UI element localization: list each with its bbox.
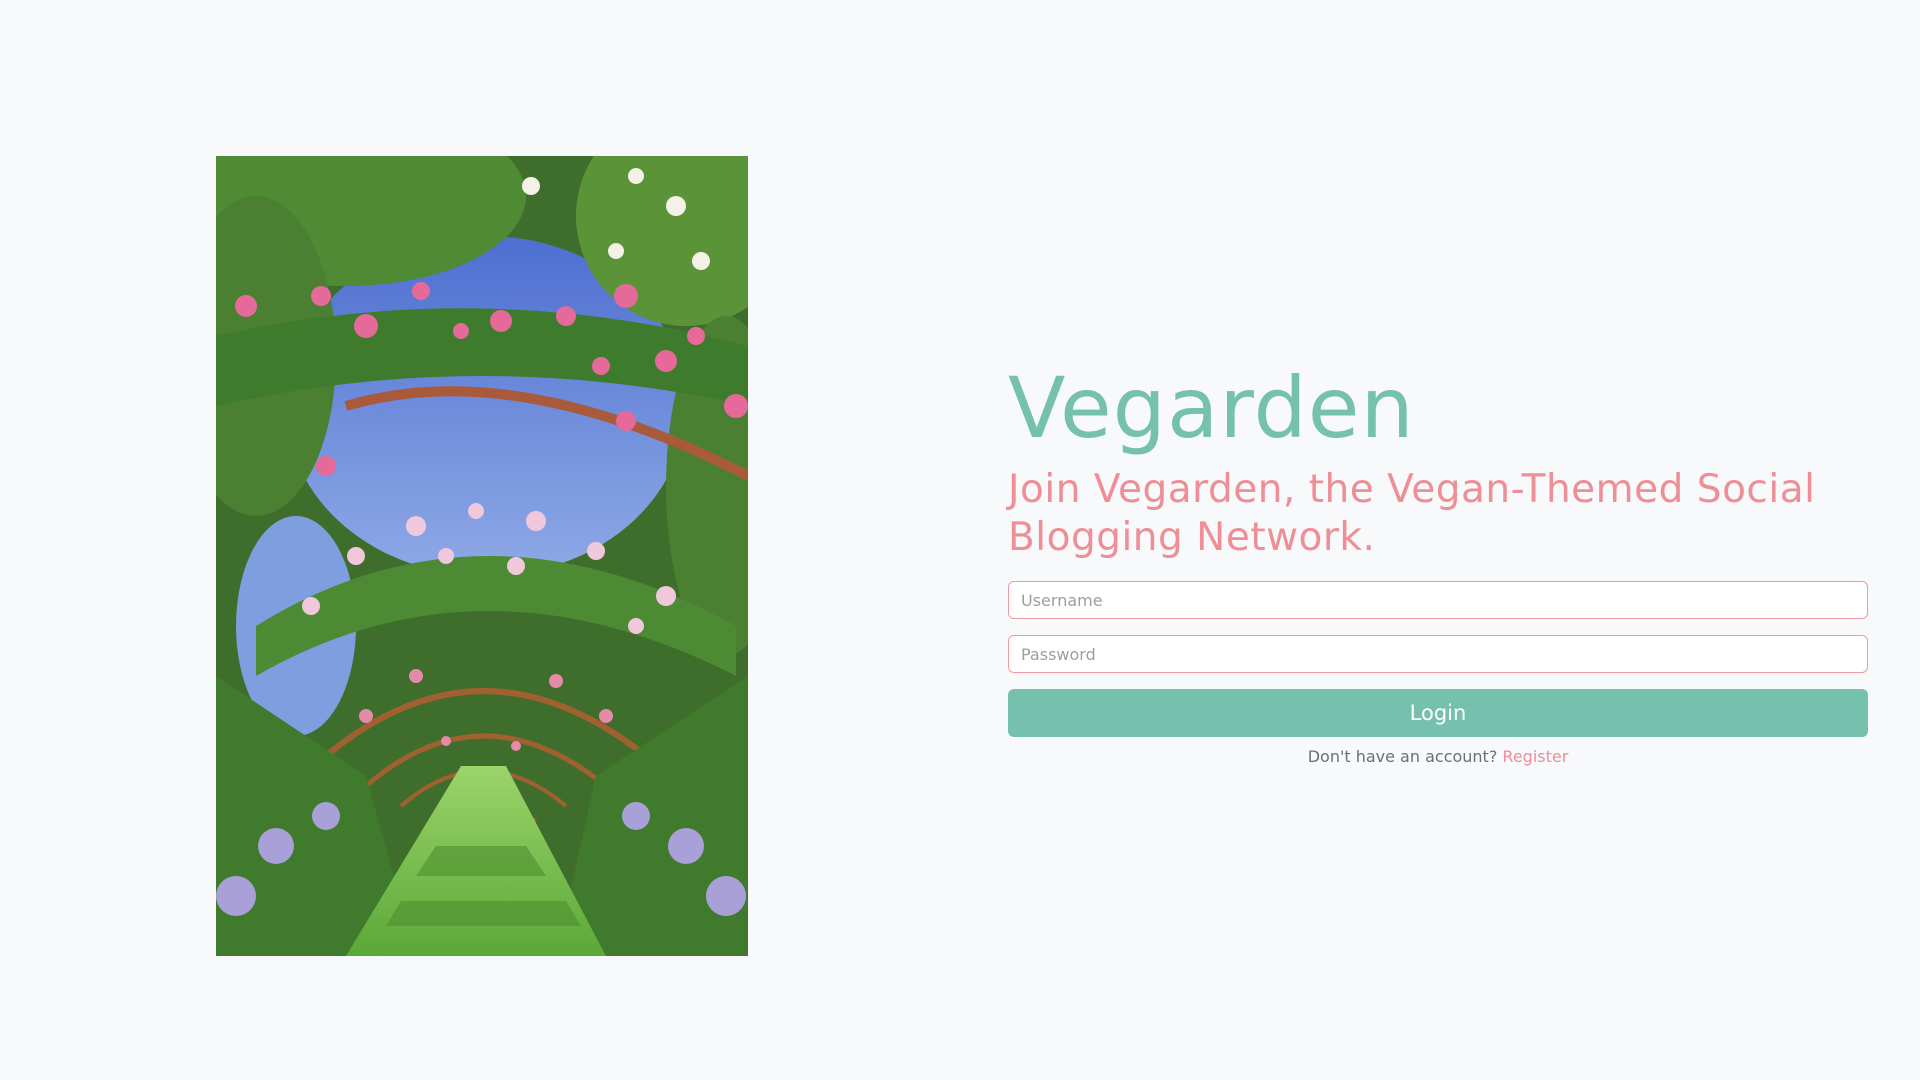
register-link[interactable]: Register (1502, 747, 1568, 766)
brand-title: Vegarden (1008, 359, 1415, 457)
login-page: Vegarden Join Vegarden, the Vegan-Themed… (0, 0, 1920, 1080)
password-input[interactable] (1008, 635, 1868, 673)
login-button[interactable]: Login (1008, 689, 1868, 737)
register-prompt-text: Don't have an account? (1307, 747, 1498, 766)
login-panel: Vegarden Join Vegarden, the Vegan-Themed… (1008, 360, 1868, 766)
username-input[interactable] (1008, 581, 1868, 619)
register-prompt-line: Don't have an account? Register (1008, 747, 1868, 766)
garden-photo (216, 156, 748, 956)
tagline: Join Vegarden, the Vegan-Themed Social B… (1008, 467, 1816, 560)
